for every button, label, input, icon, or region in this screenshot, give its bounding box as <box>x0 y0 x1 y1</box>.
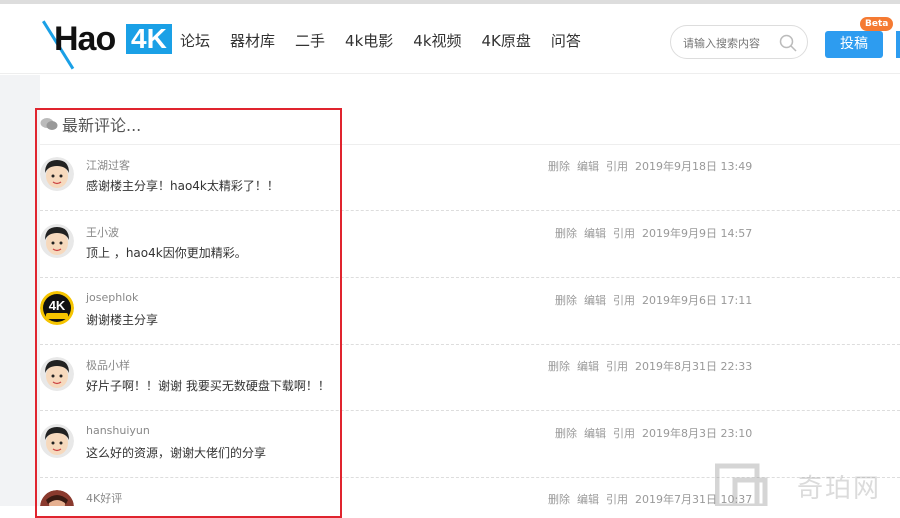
comment-time: 2019年9月18日 13:49 <box>635 160 753 173</box>
search-input[interactable] <box>683 34 779 52</box>
svg-text:4K: 4K <box>49 298 66 313</box>
edit-link[interactable]: 编辑 <box>584 427 606 440</box>
comment-actions: 删除 编辑 引用 2019年9月18日 13:49 <box>548 158 759 174</box>
comment-time: 2019年8月3日 23:10 <box>642 427 753 440</box>
main-nav: 论坛 器材库 二手 4k电影 4k视频 4K原盘 问答 <box>180 30 601 51</box>
search-box <box>670 25 808 59</box>
comment-time: 2019年9月6日 17:11 <box>642 294 753 307</box>
comment-author[interactable]: hanshuiyun <box>86 424 150 437</box>
chat-bubbles-icon <box>40 118 58 130</box>
comment-actions: 删除 编辑 引用 2019年9月9日 14:57 <box>555 225 759 241</box>
comment-author[interactable]: josephlok <box>86 291 138 304</box>
comment-author[interactable]: 4K好评 <box>86 490 122 506</box>
delete-link[interactable]: 删除 <box>548 493 570 506</box>
avatar[interactable] <box>40 490 74 506</box>
quote-link[interactable]: 引用 <box>613 227 635 240</box>
avatar[interactable] <box>40 224 74 258</box>
user-button-edge[interactable] <box>896 31 900 58</box>
comment-author[interactable]: 极品小样 <box>86 357 130 373</box>
comment-item: 极品小样 好片子啊！！谢谢 我要买无数硬盘下载啊！！ 删除 编辑 引用 2019年8月… <box>40 357 900 423</box>
delete-link[interactable]: 删除 <box>555 227 577 240</box>
comment-text: 这么好的资源，谢谢大佬们的分享 <box>86 446 267 460</box>
edit-link[interactable]: 编辑 <box>577 360 599 373</box>
latest-comments-title: 最新评论... <box>40 112 141 136</box>
logo-text: Hao <box>54 20 116 58</box>
left-sidebar <box>0 75 40 506</box>
edit-link[interactable]: 编辑 <box>577 493 599 506</box>
title-divider <box>40 144 900 145</box>
comment-text: 谢谢楼主分享 <box>86 313 159 327</box>
comment-item: 王小波 顶上 ，hao4k因你更加精彩。 删除 编辑 引用 2019年9月9日 14:… <box>40 224 900 290</box>
comment-time: 2019年8月31日 22:33 <box>635 360 753 373</box>
logo-badge: 4K <box>126 24 172 54</box>
avatar[interactable] <box>40 357 74 391</box>
quote-link[interactable]: 引用 <box>606 360 628 373</box>
quote-link[interactable]: 引用 <box>613 294 635 307</box>
comment-actions: 删除 编辑 引用 2019年9月6日 17:11 <box>555 292 759 308</box>
delete-link[interactable]: 删除 <box>548 360 570 373</box>
comment-item: 江湖过客 感谢楼主分享！hao4k太精彩了！！ 删除 编辑 引用 2019年9月18日… <box>40 157 900 223</box>
nav-item-4k-videos[interactable]: 4k视频 <box>413 30 461 51</box>
nav-item-secondhand[interactable]: 二手 <box>295 30 325 51</box>
watermark-text: 奇珀网 <box>797 474 882 504</box>
delete-link[interactable]: 删除 <box>555 294 577 307</box>
delete-link[interactable]: 删除 <box>555 427 577 440</box>
watermark-logo-icon <box>715 463 768 506</box>
site-logo[interactable]: Hao 4K <box>40 18 175 76</box>
site-header: Hao 4K 论坛 器材库 二手 4k电影 4k视频 4K原盘 问答 投稿 Be… <box>0 4 900 74</box>
section-title-text: 最新评论... <box>62 116 142 135</box>
comment-divider <box>40 344 900 345</box>
search-icon[interactable] <box>779 34 797 52</box>
avatar[interactable]: 4K <box>40 291 74 325</box>
edit-link[interactable]: 编辑 <box>584 294 606 307</box>
comment-divider <box>40 210 900 211</box>
avatar[interactable] <box>40 424 74 458</box>
watermark: 奇珀网 <box>715 462 900 506</box>
quote-link[interactable]: 引用 <box>606 493 628 506</box>
comment-actions: 删除 编辑 引用 2019年8月31日 22:33 <box>548 358 759 374</box>
comment-author[interactable]: 王小波 <box>86 224 119 240</box>
quote-link[interactable]: 引用 <box>613 427 635 440</box>
comment-text: 好片子啊！！谢谢 我要买无数硬盘下载啊！！ <box>86 379 330 393</box>
edit-link[interactable]: 编辑 <box>577 160 599 173</box>
comment-divider <box>40 410 900 411</box>
nav-item-qa[interactable]: 问答 <box>551 30 581 51</box>
comment-actions: 删除 编辑 引用 2019年8月3日 23:10 <box>555 425 759 441</box>
avatar[interactable] <box>40 157 74 191</box>
post-button[interactable]: 投稿 <box>825 31 883 58</box>
nav-item-4k-discs[interactable]: 4K原盘 <box>482 30 531 51</box>
comment-divider <box>40 277 900 278</box>
comment-item: 4K josephlok 谢谢楼主分享 删除 编辑 引用 2019年9月6日 17:1… <box>40 291 900 357</box>
nav-item-equipment[interactable]: 器材库 <box>230 30 275 51</box>
nav-item-forum[interactable]: 论坛 <box>180 30 210 51</box>
comment-text: 感谢楼主分享！hao4k太精彩了！！ <box>86 179 279 193</box>
comment-time: 2019年9月9日 14:57 <box>642 227 753 240</box>
delete-link[interactable]: 删除 <box>548 160 570 173</box>
nav-item-4k-movies[interactable]: 4k电影 <box>345 30 393 51</box>
comment-author[interactable]: 江湖过客 <box>86 157 130 173</box>
beta-badge: Beta <box>860 17 894 31</box>
edit-link[interactable]: 编辑 <box>584 227 606 240</box>
comment-text: 顶上 ，hao4k因你更加精彩。 <box>86 246 247 260</box>
quote-link[interactable]: 引用 <box>606 160 628 173</box>
